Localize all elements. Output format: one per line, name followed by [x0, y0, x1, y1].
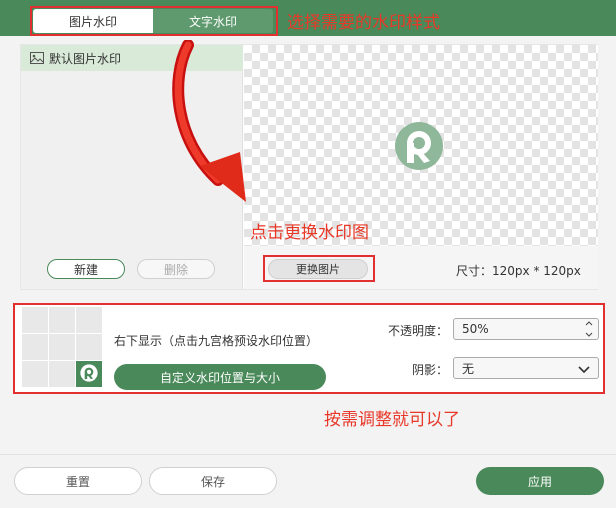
grid-cell-bottom-center[interactable]	[49, 361, 75, 387]
grid-cell-middle-right[interactable]	[76, 334, 102, 360]
new-watermark-button[interactable]: 新建	[47, 259, 125, 279]
watermark-editor-panel: 默认图片水印 新建 删除 更换图片 尺寸：120px * 120px	[20, 44, 598, 290]
tab-image-watermark[interactable]: 图片水印	[33, 9, 153, 33]
save-button[interactable]: 保存	[149, 467, 277, 495]
tab-text-watermark[interactable]: 文字水印	[153, 9, 273, 33]
image-icon	[30, 52, 44, 64]
footer-divider	[0, 454, 616, 455]
grid-cell-bottom-left[interactable]	[22, 361, 48, 387]
chevron-down-icon	[578, 363, 590, 377]
grid-cell-bottom-right[interactable]	[76, 361, 102, 387]
watermark-logo-icon	[394, 121, 444, 174]
delete-watermark-button[interactable]: 删除	[137, 259, 215, 279]
grid-cell-middle-left[interactable]	[22, 334, 48, 360]
position-settings-panel: 右下显示（点击九宫格预设水印位置） 自定义水印位置与大小 不透明度： 50% 阴…	[14, 304, 604, 394]
annotation-adjust: 按需调整就可以了	[324, 410, 460, 430]
list-item-label: 默认图片水印	[49, 51, 122, 66]
opacity-stepper[interactable]: 50%	[453, 318, 599, 340]
shadow-select[interactable]: 无	[453, 357, 599, 379]
opacity-value: 50%	[462, 322, 489, 336]
watermark-preview	[244, 45, 598, 246]
chevron-down-icon	[585, 332, 593, 337]
watermark-type-tabs: 图片水印 文字水印	[33, 9, 273, 33]
opacity-spin-buttons[interactable]	[584, 321, 594, 337]
size-label: 尺寸：120px * 120px	[456, 264, 581, 278]
red-arrow-icon	[172, 40, 246, 202]
preview-footer: 更换图片 尺寸：120px * 120px	[244, 246, 598, 289]
position-grid	[22, 307, 102, 387]
custom-position-size-button[interactable]: 自定义水印位置与大小	[114, 364, 326, 390]
apply-button[interactable]: 应用	[476, 467, 604, 495]
grid-cell-top-left[interactable]	[22, 307, 48, 333]
grid-cell-top-center[interactable]	[49, 307, 75, 333]
position-description: 右下显示（点击九宫格预设水印位置）	[114, 334, 319, 348]
change-image-button[interactable]: 更换图片	[268, 259, 368, 279]
shadow-value: 无	[462, 361, 475, 376]
shadow-label: 阴影：	[412, 363, 449, 377]
reset-button[interactable]: 重置	[14, 467, 142, 495]
annotation-select-style: 选择需要的水印样式	[287, 13, 440, 33]
annotation-click-change: 点击更换水印图	[250, 223, 369, 243]
chevron-up-icon	[585, 321, 593, 326]
grid-cell-center[interactable]	[49, 334, 75, 360]
opacity-label: 不透明度：	[388, 324, 449, 338]
grid-cell-top-right[interactable]	[76, 307, 102, 333]
watermark-logo-small-icon	[80, 363, 98, 385]
